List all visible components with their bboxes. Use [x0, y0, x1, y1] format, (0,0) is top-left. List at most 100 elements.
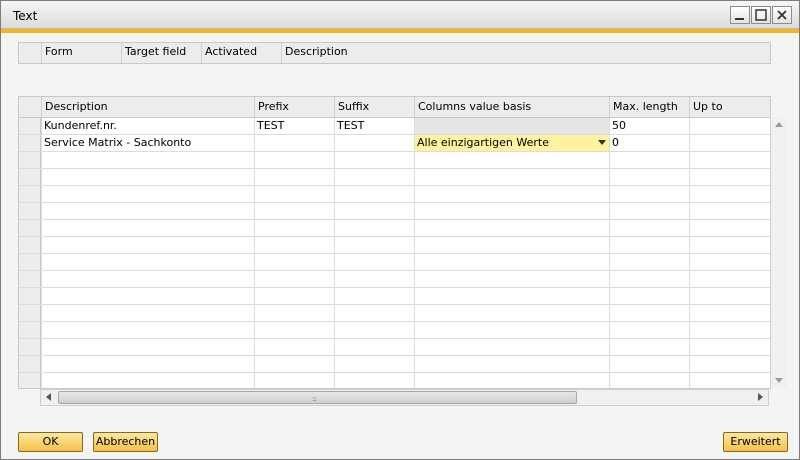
grid-cell[interactable]	[414, 203, 609, 219]
scroll-left-button[interactable]	[41, 390, 57, 405]
grid-cell[interactable]	[609, 288, 689, 304]
row-header[interactable]	[19, 220, 41, 236]
grid-cell[interactable]	[414, 373, 609, 388]
grid-cell[interactable]	[334, 254, 414, 270]
grid-cell[interactable]	[414, 356, 609, 372]
column-max-length[interactable]: Max. length	[609, 97, 689, 117]
grid-cell[interactable]	[609, 254, 689, 270]
column-target-field[interactable]: Target field	[121, 43, 201, 63]
grid-cell[interactable]	[689, 305, 770, 321]
grid-cell[interactable]	[254, 237, 334, 253]
grid-cell[interactable]	[334, 152, 414, 168]
column-description[interactable]: Description	[281, 43, 771, 63]
grid-cell[interactable]	[41, 339, 254, 355]
grid-cell[interactable]	[689, 271, 770, 287]
grid-cell[interactable]	[334, 305, 414, 321]
row-header[interactable]	[19, 237, 41, 253]
grid-cell[interactable]	[41, 237, 254, 253]
grid-cell[interactable]	[609, 339, 689, 355]
horizontal-scrollbar[interactable]: :::	[40, 389, 769, 406]
cell-prefix[interactable]	[254, 135, 334, 151]
column-form[interactable]: Form	[41, 43, 121, 63]
grid-cell[interactable]	[414, 339, 609, 355]
cancel-button[interactable]: Abbrechen	[93, 432, 158, 452]
grid-cell[interactable]	[414, 271, 609, 287]
grid-cell[interactable]	[254, 356, 334, 372]
grid-cell[interactable]	[689, 152, 770, 168]
grid-cell[interactable]	[254, 254, 334, 270]
grid-cell[interactable]	[41, 203, 254, 219]
grid-cell[interactable]	[414, 305, 609, 321]
grid-cell[interactable]	[254, 186, 334, 202]
column-value-basis[interactable]: Columns value basis	[414, 97, 609, 117]
grid-cell[interactable]	[254, 203, 334, 219]
grid-cell[interactable]	[414, 220, 609, 236]
grid-cell[interactable]	[254, 373, 334, 388]
scroll-right-button[interactable]	[752, 390, 768, 405]
grid-cell[interactable]	[254, 220, 334, 236]
column-description[interactable]: Description	[41, 97, 254, 117]
cell-suffix[interactable]	[334, 135, 414, 151]
grid-cell[interactable]	[254, 271, 334, 287]
grid-cell[interactable]	[609, 373, 689, 388]
grid-cell[interactable]	[609, 305, 689, 321]
row-header[interactable]	[19, 118, 41, 134]
cell-up-to[interactable]	[689, 118, 770, 134]
grid-cell[interactable]	[41, 271, 254, 287]
row-header[interactable]	[19, 186, 41, 202]
grid-cell[interactable]	[689, 288, 770, 304]
grid-cell[interactable]	[41, 220, 254, 236]
cell-description[interactable]: Kundenref.nr.	[41, 118, 254, 134]
grid-cell[interactable]	[334, 288, 414, 304]
grid-cell[interactable]	[609, 203, 689, 219]
grid-cell[interactable]	[254, 322, 334, 338]
grid-cell[interactable]	[609, 322, 689, 338]
grid-cell[interactable]	[334, 339, 414, 355]
ok-button[interactable]: OK	[18, 432, 83, 452]
row-header[interactable]	[19, 254, 41, 270]
extended-button[interactable]: Erweitert	[723, 432, 788, 452]
grid-cell[interactable]	[609, 169, 689, 185]
grid-cell[interactable]	[689, 220, 770, 236]
close-button[interactable]	[772, 6, 792, 24]
grid-cell[interactable]	[41, 288, 254, 304]
column-prefix[interactable]: Prefix	[254, 97, 334, 117]
grid-cell[interactable]	[254, 288, 334, 304]
grid-cell[interactable]	[609, 356, 689, 372]
row-header[interactable]	[19, 339, 41, 355]
scroll-down-button[interactable]	[771, 372, 787, 388]
grid-cell[interactable]	[414, 288, 609, 304]
grid-cell[interactable]	[334, 373, 414, 388]
grid-cell[interactable]	[334, 203, 414, 219]
grid-cell[interactable]	[414, 152, 609, 168]
grid-cell[interactable]	[609, 186, 689, 202]
grid-cell[interactable]	[41, 305, 254, 321]
grid-cell[interactable]	[414, 237, 609, 253]
grid-cell[interactable]	[689, 186, 770, 202]
grid-cell[interactable]	[334, 186, 414, 202]
cell-up-to[interactable]	[689, 135, 770, 151]
row-header[interactable]	[19, 203, 41, 219]
grid-cell[interactable]	[334, 237, 414, 253]
grid-cell[interactable]	[689, 237, 770, 253]
row-header[interactable]	[19, 322, 41, 338]
row-header[interactable]	[19, 152, 41, 168]
grid-cell[interactable]	[609, 152, 689, 168]
cell-max-length[interactable]: 50	[609, 118, 689, 134]
grid-cell[interactable]	[609, 220, 689, 236]
row-header[interactable]	[19, 305, 41, 321]
vertical-scrollbar[interactable]	[770, 117, 787, 388]
grid-cell[interactable]	[41, 373, 254, 388]
grid-cell[interactable]	[41, 186, 254, 202]
grid-cell[interactable]	[689, 254, 770, 270]
grid-cell[interactable]	[41, 356, 254, 372]
grid-cell[interactable]	[334, 169, 414, 185]
grid-cell[interactable]	[254, 169, 334, 185]
cell-suffix[interactable]: TEST	[334, 118, 414, 134]
column-activated[interactable]: Activated	[201, 43, 281, 63]
grid-cell[interactable]	[609, 237, 689, 253]
cell-prefix[interactable]: TEST	[254, 118, 334, 134]
grid-cell[interactable]	[689, 339, 770, 355]
grid-cell[interactable]	[334, 220, 414, 236]
grid-cell[interactable]	[41, 322, 254, 338]
